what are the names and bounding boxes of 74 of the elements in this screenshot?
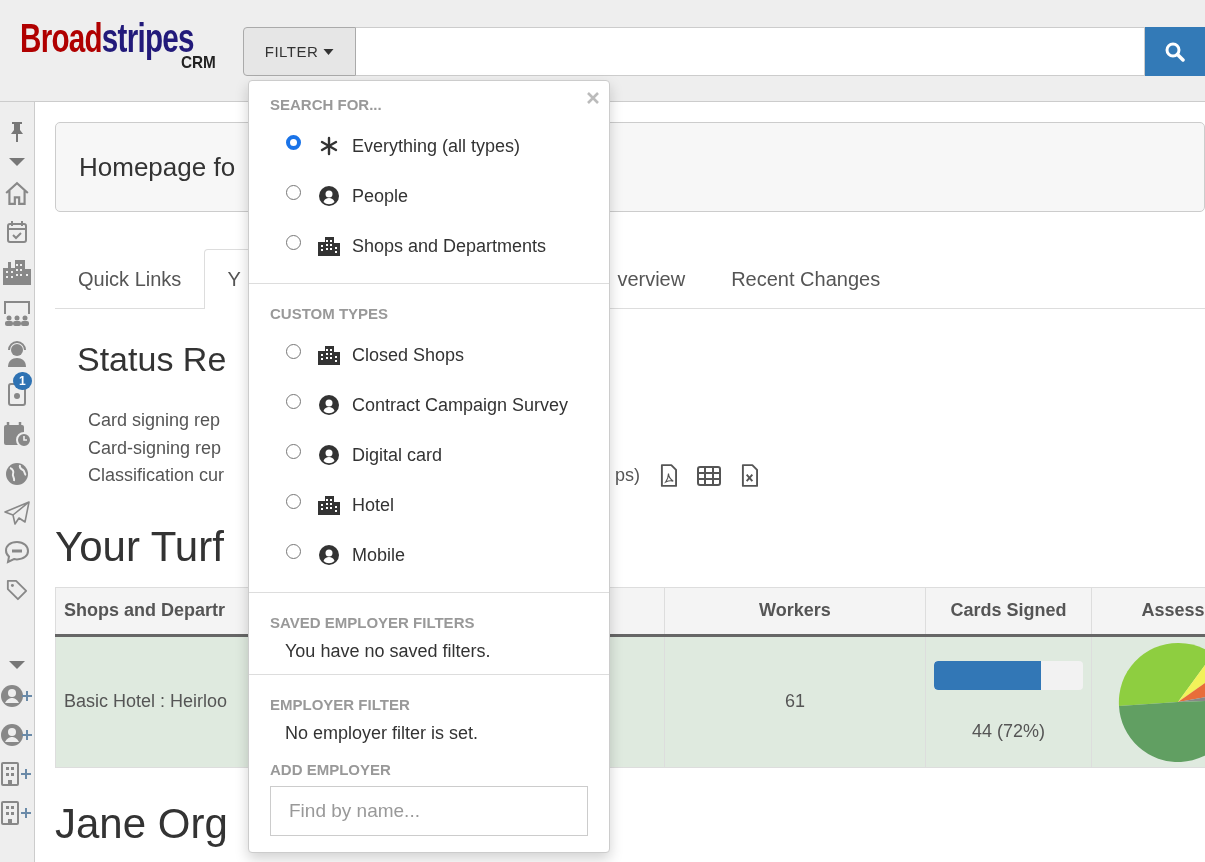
building-icon [317, 345, 341, 365]
search-type-option[interactable]: Shops and Departments [270, 221, 588, 271]
section-heading: Jane Org [55, 799, 228, 848]
calendar-check-icon[interactable] [6, 220, 28, 244]
employer-search-field[interactable]: Find by name... [270, 786, 588, 836]
radio-button[interactable] [286, 134, 301, 150]
search-type-option[interactable]: Everything (all types) [270, 121, 588, 171]
user-circle-icon [317, 186, 341, 206]
column-header: Assess [1091, 587, 1205, 635]
building-icon [317, 495, 341, 515]
search-button[interactable] [1145, 27, 1205, 76]
menu-section-heading: SAVED EMPLOYER FILTERS [270, 614, 476, 631]
radio-button[interactable] [286, 543, 301, 559]
column-header: Cards Signed [925, 587, 1092, 635]
radio-button[interactable] [286, 393, 301, 409]
radio-button[interactable] [286, 343, 301, 359]
tab[interactable]: Recent Changes [708, 249, 904, 309]
section-heading: Your Turf [55, 522, 224, 571]
add-building-icon[interactable] [0, 762, 34, 786]
radio-button[interactable] [286, 493, 301, 509]
tag-icon[interactable] [6, 579, 28, 601]
pdf-file-icon[interactable] [660, 464, 678, 488]
tab[interactable]: Quick Links [55, 249, 205, 309]
user-circle-icon [317, 395, 341, 415]
globe-icon[interactable] [5, 462, 29, 486]
close-icon[interactable] [587, 92, 599, 104]
home-icon[interactable] [4, 181, 30, 205]
report-link[interactable]: ps) [615, 465, 641, 487]
caret-icon[interactable] [9, 661, 25, 669]
search-icon [1165, 41, 1185, 62]
menu-section-heading: EMPLOYER FILTER [270, 696, 411, 713]
radio-button[interactable] [286, 234, 301, 250]
menu-section-heading: CUSTOM TYPES [270, 305, 390, 322]
excel-file-icon[interactable] [741, 464, 759, 488]
table-cell: 61 [664, 635, 926, 767]
headset-user-icon[interactable] [5, 341, 29, 367]
user-circle-icon [317, 545, 341, 565]
filter-dropdown-button[interactable]: FILTER [243, 27, 356, 76]
user-circle-icon [317, 445, 341, 465]
report-link[interactable]: Card signing rep [88, 410, 221, 432]
search-type-option[interactable]: Hotel [270, 480, 588, 530]
search-type-option[interactable]: Contract Campaign Survey [270, 380, 588, 430]
pin-icon[interactable] [9, 121, 25, 143]
tab[interactable]: verview [594, 249, 709, 309]
menu-section-heading: SEARCH FOR... [270, 96, 383, 113]
section-heading: Status Re [77, 340, 227, 379]
notification-badge: 1 [13, 372, 32, 390]
menu-note: You have no saved filters. [285, 641, 492, 662]
search-type-option[interactable]: Digital card [270, 430, 588, 480]
report-link[interactable]: Classification cur [88, 465, 225, 487]
cards-signed-count: 44 (72%) [971, 721, 1047, 742]
table-icon[interactable] [697, 465, 722, 486]
search-type-option[interactable]: Mobile [270, 530, 588, 580]
search-type-option[interactable]: Closed Shops [270, 330, 588, 380]
presentation-audience-icon[interactable] [2, 300, 32, 326]
search-field[interactable] [356, 27, 1145, 76]
caret-icon [323, 48, 335, 55]
menu-note: No employer filter is set. [285, 723, 480, 744]
paper-plane-icon[interactable] [4, 501, 30, 525]
report-link[interactable]: Card-signing rep [88, 437, 222, 459]
add-building-icon[interactable] [0, 801, 34, 825]
page-title: Homepage fo [79, 151, 236, 183]
sms-bubble-icon[interactable] [4, 540, 30, 564]
building-icon [317, 236, 341, 256]
calendar-clock-icon[interactable] [3, 421, 31, 447]
add-user-icon[interactable] [0, 723, 34, 747]
logo-wordmark[interactable]: Broadstripes CRM [20, 18, 216, 71]
city-icon[interactable] [2, 259, 32, 285]
search-type-option[interactable]: People [270, 171, 588, 221]
radio-button[interactable] [286, 443, 301, 459]
caret-icon[interactable] [9, 158, 25, 166]
column-header: Workers [664, 587, 926, 635]
radio-button[interactable] [286, 184, 301, 200]
add-user-icon[interactable] [0, 684, 34, 708]
